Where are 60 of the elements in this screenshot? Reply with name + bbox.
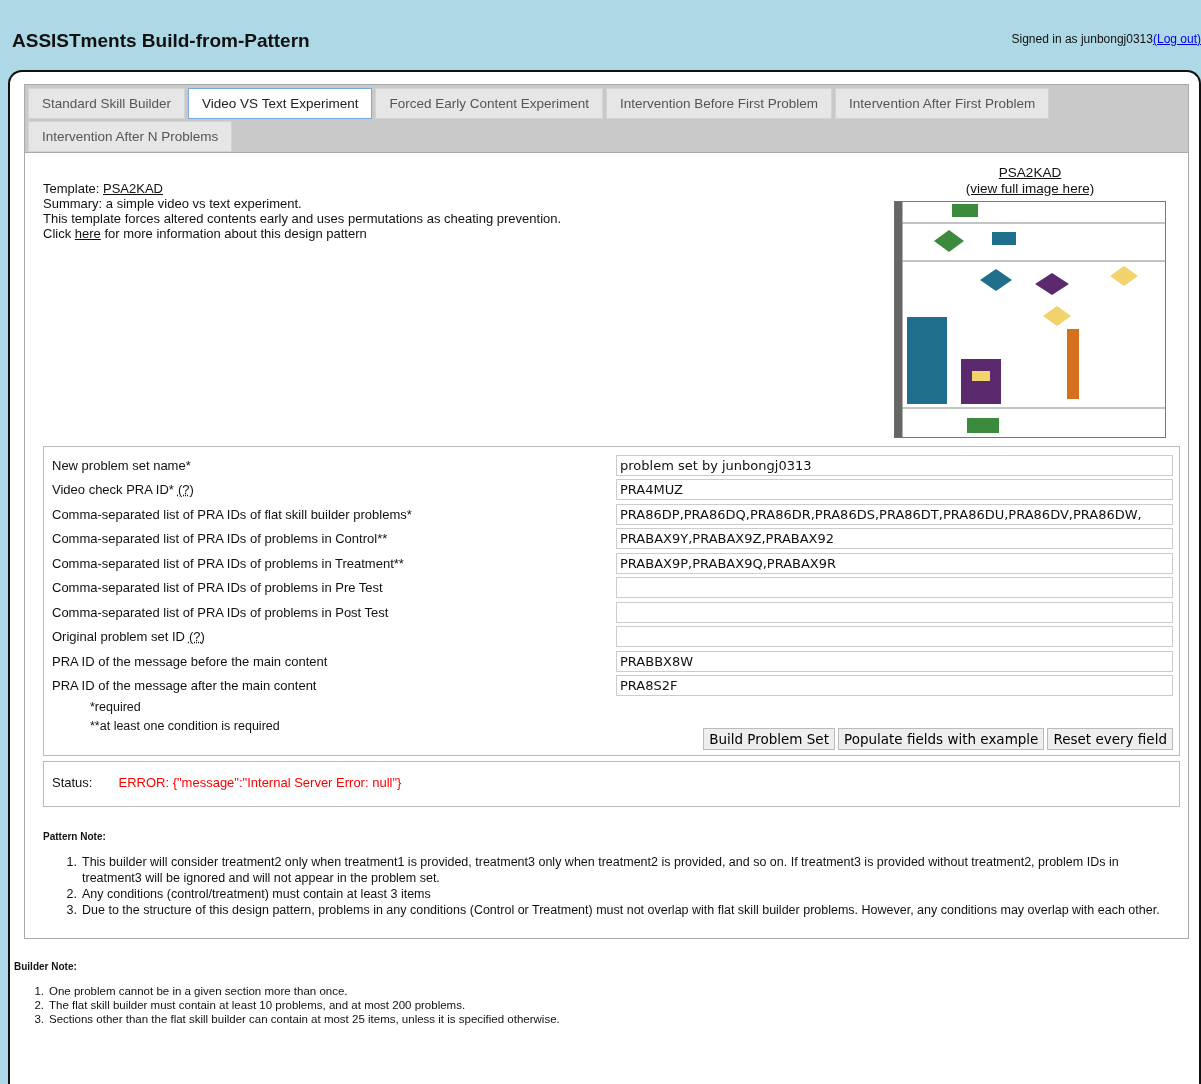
help-link[interactable]: (?) — [177, 482, 194, 498]
help-link[interactable]: (?) — [188, 629, 205, 645]
field-label: New problem set name* — [52, 457, 191, 473]
list-number: 1. — [65, 854, 77, 872]
form-button[interactable]: Build Problem Set — [703, 728, 835, 751]
signed-in-text: Signed in as junbongj0313 — [1011, 32, 1153, 46]
list-number: 2. — [33, 998, 44, 1013]
template-link[interactable]: PSA2KAD — [103, 181, 163, 196]
note-text: Any conditions (control/treatment) must contain at least 3 items — [82, 886, 431, 903]
field-label: Video check PRA ID* (?) — [52, 482, 194, 498]
input-field[interactable] — [616, 626, 1173, 648]
field-label: Comma-separated list of PRA IDs of problems in Post Test — [52, 604, 389, 620]
list-number: 3. — [65, 902, 77, 919]
tab[interactable]: Intervention Before First Problem — [606, 88, 833, 119]
field-label: Comma-separated list of PRA IDs of problems in Control** — [52, 531, 388, 547]
note-text: Sections other than the flat skill builder can contain at most 25 items, unless it is specified otherwise. — [49, 1012, 560, 1027]
field-label: Original problem set ID (?) — [52, 629, 205, 645]
requirement-note: **at least one condition is required — [89, 718, 281, 736]
here-link[interactable]: here — [74, 225, 101, 241]
input-field[interactable]: PRABAX9Y,PRABAX9Z,PRABAX92 — [616, 528, 1173, 550]
note-text: This builder will consider treatment2 only when treatment1 is provided, treatment3 only when treatment2 is provided, and so on. If treatment3 is provided without treatment2, problem IDs in treatment3 will be ignored and will not appear in the problem set. — [82, 854, 1120, 887]
app-title: ASSISTments Build-from-Pattern — [12, 30, 310, 52]
tab[interactable]: Video VS Text Experiment — [188, 88, 373, 119]
input-field[interactable]: PRABBX8W — [616, 650, 1173, 672]
view-image-link[interactable]: (view full image here) — [965, 180, 1095, 197]
tab[interactable]: Intervention After N Problems — [28, 121, 233, 152]
list-number: 2. — [65, 886, 77, 903]
summary-text: Summary: a simple video vs text experiment. — [43, 196, 303, 212]
input-field[interactable]: PRABAX9P,PRABAX9Q,PRABAX9R — [616, 552, 1173, 574]
logout-link[interactable]: (Log out) — [1152, 32, 1201, 46]
field-label: Comma-separated list of PRA IDs of problems in Treatment** — [52, 555, 404, 571]
list-number: 1. — [33, 984, 44, 999]
input-field[interactable]: problem set by junbongj0313 — [616, 454, 1173, 476]
description-text: This template forces altered contents early and uses permutations as cheating prevention. — [43, 211, 562, 227]
note-text: Due to the structure of this design pattern, problems in any conditions (Control or Treatment) must not overlap with flat skill builder problems. However, any conditions may overlap with each other. — [82, 902, 1160, 919]
status-label: Status: — [52, 775, 93, 793]
tab[interactable]: Intervention After First Problem — [835, 88, 1050, 119]
input-field[interactable]: PRA4MUZ — [616, 479, 1173, 501]
diagram-title-link[interactable]: PSA2KAD — [998, 165, 1062, 181]
builder-note-title: Builder Note: — [14, 961, 78, 973]
tab[interactable]: Standard Skill Builder — [28, 88, 186, 119]
input-field[interactable] — [616, 601, 1173, 623]
template-line: Template: PSA2KAD — [43, 182, 164, 197]
field-label: Comma-separated list of PRA IDs of flat skill builder problems* — [52, 506, 412, 522]
note-text: One problem cannot be in a given section more than once. — [49, 984, 348, 999]
field-label: PRA ID of the message before the main content — [52, 653, 328, 669]
requirement-note: *required — [89, 699, 142, 717]
input-field[interactable]: PRA86DP,PRA86DQ,PRA86DR,PRA86DS,PRA86DT,PRA86DU,PRA86DV,PRA86DW, — [616, 503, 1173, 525]
input-field[interactable] — [616, 577, 1173, 599]
form-button[interactable]: Reset every field — [1047, 728, 1173, 751]
input-field[interactable]: PRA8S2F — [616, 675, 1173, 697]
form-button[interactable]: Populate fields with example — [837, 728, 1045, 751]
pattern-note-title: Pattern Note: — [43, 831, 107, 843]
field-label: Comma-separated list of PRA IDs of problems in Pre Test — [52, 580, 383, 596]
info-sentence: Click here for more information about this design pattern — [43, 226, 367, 242]
note-text: The flat skill builder must contain at least 10 problems, and at most 200 problems. — [49, 998, 466, 1013]
tab[interactable]: Forced Early Content Experiment — [375, 88, 603, 119]
error-message: ERROR: {"message":"Internal Server Error: null"} — [118, 775, 402, 793]
field-label: PRA ID of the message after the main content — [52, 678, 317, 694]
list-number: 3. — [33, 1012, 44, 1027]
